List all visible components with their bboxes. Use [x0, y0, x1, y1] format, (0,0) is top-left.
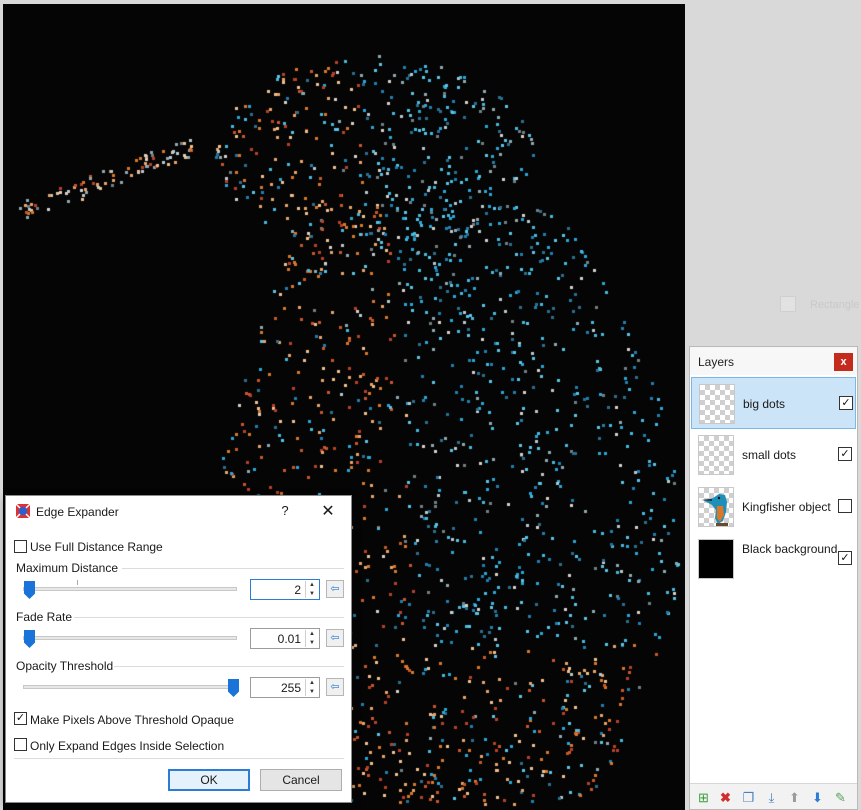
divider: [114, 666, 344, 667]
divider: [14, 758, 344, 759]
move-layer-down-icon[interactable]: ⬇: [809, 789, 826, 806]
max-distance-label: Maximum Distance: [16, 561, 119, 575]
ghost-tool-label: Rectangle: [810, 299, 860, 311]
duplicate-layer-icon[interactable]: ❐: [740, 789, 757, 806]
max-distance-spinbox[interactable]: 2 ▲ ▼: [250, 579, 320, 600]
ok-button[interactable]: OK: [168, 769, 250, 791]
only-inside-selection-label: Only Expand Edges Inside Selection: [30, 739, 225, 753]
only-inside-selection-checkbox[interactable]: [14, 738, 27, 751]
layer-thumbnail: [698, 435, 734, 475]
opacity-threshold-label: Opacity Threshold: [16, 659, 114, 673]
layer-visibility-checkbox[interactable]: ✓: [838, 551, 852, 565]
layer-row-black-background[interactable]: Black background ✓: [691, 533, 856, 585]
spin-buttons: ▲ ▼: [305, 581, 318, 598]
add-layer-icon[interactable]: ⊞: [695, 789, 712, 806]
delete-layer-icon[interactable]: ✖: [717, 789, 734, 806]
move-layer-up-icon[interactable]: ⬆: [786, 789, 803, 806]
ghost-tool-hint: Rectangle: [776, 292, 861, 318]
merge-layer-down-icon[interactable]: ⤓: [763, 789, 780, 806]
spin-up-icon[interactable]: ▲: [306, 581, 318, 589]
make-opaque-label: Make Pixels Above Threshold Opaque: [30, 713, 234, 727]
layer-visibility-checkbox[interactable]: ✓: [839, 396, 853, 410]
opacity-threshold-spinbox[interactable]: 255 ▲ ▼: [250, 677, 320, 698]
close-button[interactable]: ✕: [319, 501, 337, 521]
divider: [74, 617, 344, 618]
rectangle-icon: [780, 296, 796, 312]
fade-rate-value[interactable]: 0.01: [278, 632, 301, 646]
slider-tick: [77, 580, 78, 585]
dialog-title: Edge Expander: [36, 505, 119, 519]
fade-rate-reset-button[interactable]: ⇦: [326, 629, 344, 647]
layers-panel: Layers x big dots ✓ small dots ✓ Kingfis…: [689, 346, 858, 810]
make-opaque-checkbox[interactable]: ✓: [14, 712, 27, 725]
use-full-distance-range-checkbox[interactable]: [14, 540, 27, 553]
layer-thumbnail: [698, 539, 734, 579]
spin-down-icon[interactable]: ▼: [306, 639, 318, 647]
layers-close-button[interactable]: x: [834, 353, 853, 371]
max-distance-slider-thumb[interactable]: [24, 581, 35, 599]
use-full-distance-range-label: Use Full Distance Range: [30, 540, 163, 554]
divider: [122, 568, 344, 569]
spin-up-icon[interactable]: ▲: [306, 630, 318, 638]
layer-row-small-dots[interactable]: small dots ✓: [691, 429, 856, 481]
dialog-titlebar[interactable]: Edge Expander ? ✕: [6, 496, 351, 526]
opacity-threshold-slider-track[interactable]: [23, 685, 237, 689]
spin-buttons: ▲ ▼: [305, 630, 318, 647]
cancel-button[interactable]: Cancel: [260, 769, 342, 791]
spin-up-icon[interactable]: ▲: [306, 679, 318, 687]
layer-name: big dots: [743, 397, 786, 411]
opacity-threshold-reset-button[interactable]: ⇦: [326, 678, 344, 696]
fade-rate-slider-thumb[interactable]: [24, 630, 35, 648]
max-distance-slider-track[interactable]: [23, 587, 237, 591]
layers-header: Layers x: [690, 347, 857, 375]
layer-row-big-dots[interactable]: big dots ✓: [691, 377, 856, 429]
layer-visibility-checkbox[interactable]: ✓: [838, 447, 852, 461]
fade-rate-spinbox[interactable]: 0.01 ▲ ▼: [250, 628, 320, 649]
spin-down-icon[interactable]: ▼: [306, 688, 318, 696]
layers-toolbar: ⊞ ✖ ❐ ⤓ ⬆ ⬇ ✎: [690, 783, 857, 809]
layer-visibility-checkbox[interactable]: [838, 499, 852, 513]
fade-rate-slider-track[interactable]: [23, 636, 237, 640]
kingfisher-icon: [701, 494, 728, 526]
edge-expander-icon: [15, 503, 31, 519]
max-distance-reset-button[interactable]: ⇦: [326, 580, 344, 598]
edge-expander-dialog: Edge Expander ? ✕ Use Full Distance Rang…: [5, 495, 352, 803]
spin-down-icon[interactable]: ▼: [306, 590, 318, 598]
max-distance-value[interactable]: 2: [294, 583, 301, 597]
layer-name: small dots: [742, 448, 797, 462]
layer-row-kingfisher-object[interactable]: Kingfisher object: [691, 481, 856, 533]
spin-buttons: ▲ ▼: [305, 679, 318, 696]
layer-name: Black background: [742, 542, 838, 556]
layer-name: Kingfisher object: [742, 500, 831, 514]
help-button[interactable]: ?: [277, 503, 293, 518]
opacity-threshold-value[interactable]: 255: [281, 681, 301, 695]
layers-title: Layers: [698, 355, 735, 369]
kingfisher-thumbnail: [698, 487, 734, 527]
opacity-threshold-slider-thumb[interactable]: [228, 679, 239, 697]
layer-thumbnail: [699, 384, 735, 424]
fade-rate-label: Fade Rate: [16, 610, 73, 624]
layer-properties-icon[interactable]: ✎: [832, 789, 849, 806]
